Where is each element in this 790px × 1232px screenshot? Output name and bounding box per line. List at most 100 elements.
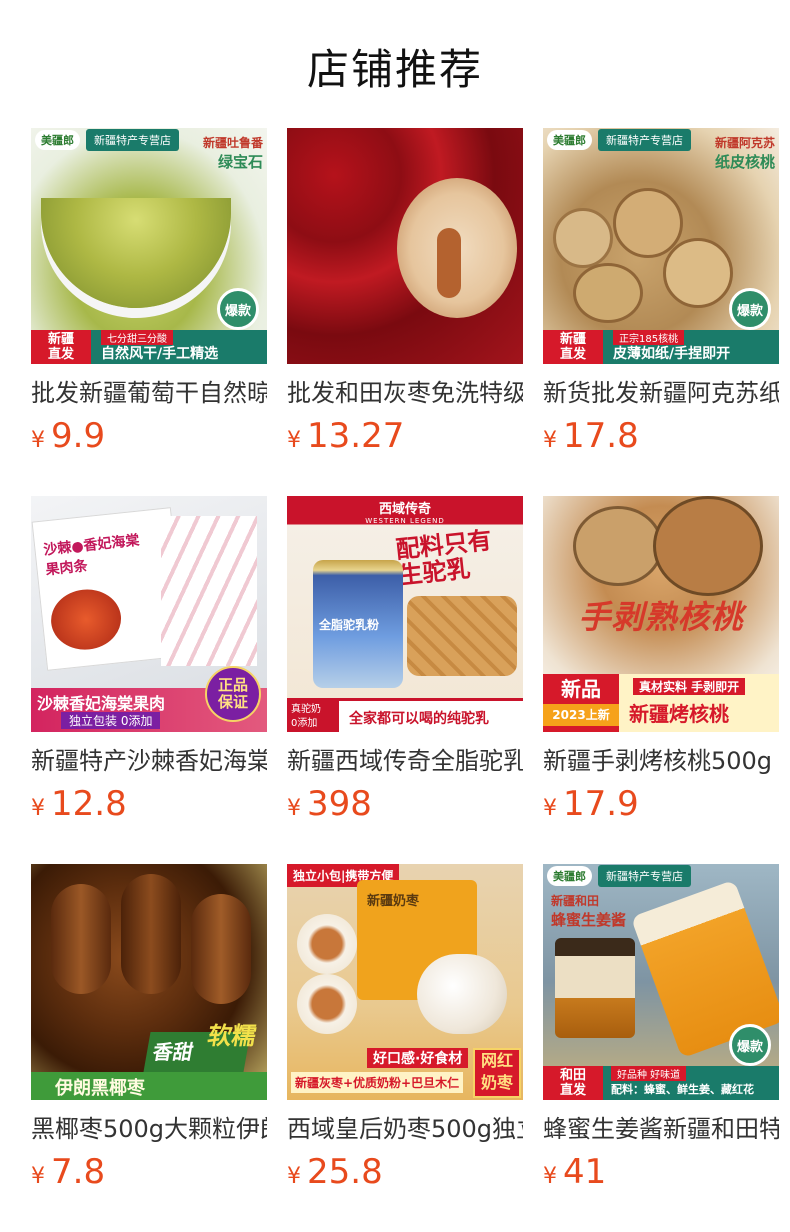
- store-tag: 新疆特产专营店: [86, 129, 179, 151]
- product-name[interactable]: 蜂蜜生姜酱新疆和田特产: [543, 1112, 779, 1146]
- product-card[interactable]: 西域传奇 WESTERN LEGEND 配料只有 生驼乳 全脂驼乳粉 真驼奶 0…: [287, 496, 523, 832]
- product-price: ¥12.8: [31, 784, 127, 824]
- jar: [555, 938, 635, 1038]
- milk-date: [297, 914, 357, 974]
- product-price: ¥41: [543, 1152, 607, 1192]
- ship-badge: 新疆 直发: [543, 330, 603, 364]
- milk-can: 全脂驼乳粉: [313, 560, 403, 688]
- corner-subtitle: 绿宝石: [217, 153, 263, 171]
- section-title: 店铺推荐: [306, 45, 483, 94]
- hot-badge: 爆款: [217, 288, 259, 330]
- seal: 网红 奶枣: [473, 1048, 521, 1098]
- ribbon-main: 配料：蜂蜜、鲜生姜、藏红花: [611, 1083, 754, 1096]
- product-image[interactable]: 独立小包|携带方便 新疆奶枣 好口感·好食材 新疆灰枣+优质奶粉+巴旦木仁 网红…: [287, 864, 523, 1100]
- product-name[interactable]: 新疆特产沙棘香妃海棠果肉: [31, 744, 267, 778]
- product-image[interactable]: 西域传奇 WESTERN LEGEND 配料只有 生驼乳 全脂驼乳粉 真驼奶 0…: [287, 496, 523, 732]
- product-card[interactable]: 美疆郎 新疆特产专营店 新疆和田 蜂蜜生姜酱 爆款 和田 直发 好品种 好味道 …: [543, 864, 779, 1200]
- milk-date: [297, 974, 357, 1034]
- walnut: [653, 496, 763, 596]
- product-card[interactable]: 手剥熟核桃 新品 2023上新 真材实料 手剥即开 新疆烤核桃 新疆手剥烤核桃5…: [543, 496, 779, 832]
- product-image[interactable]: 美疆郎 新疆特产专营店 新疆阿克苏 纸皮核桃 爆款 新疆 直发 正宗185核桃 …: [543, 128, 779, 364]
- date-fruit: [121, 874, 181, 994]
- currency-symbol: ¥: [287, 1164, 301, 1189]
- tag: 真材实料 手剥即开: [633, 678, 746, 695]
- store-recommendations-page: 店铺推荐 美疆郎 新疆特产专营店 新疆吐鲁番 绿宝石 爆款 新疆 直发 七分甜三…: [0, 0, 790, 1232]
- product-card[interactable]: 美疆郎 新疆特产专营店 新疆阿克苏 纸皮核桃 爆款 新疆 直发 正宗185核桃 …: [543, 128, 779, 464]
- corner-title: 新疆阿克苏: [714, 136, 775, 150]
- hot-badge: 爆款: [729, 288, 771, 330]
- product-card[interactable]: 沙棘●香妃海棠 果肉条 沙棘香妃海棠果肉 独立包装 0添加 正品 保证 新疆特产…: [31, 496, 267, 832]
- product-price: ¥17.9: [543, 784, 639, 824]
- product-name[interactable]: 黑椰枣500g大颗粒伊朗: [31, 1112, 267, 1146]
- currency-symbol: ¥: [543, 796, 557, 821]
- taste-tag: 香甜 软糯: [143, 1022, 258, 1072]
- product-image[interactable]: 沙棘●香妃海棠 果肉条 沙棘香妃海棠果肉 独立包装 0添加 正品 保证: [31, 496, 267, 732]
- tag: 真驼奶 0添加: [287, 701, 339, 732]
- main-text: 新疆烤核桃: [629, 702, 729, 726]
- ribbon-main: 皮薄如纸/手捏即开: [613, 346, 731, 362]
- currency-symbol: ¥: [31, 428, 45, 453]
- product-price: ¥9.9: [31, 416, 106, 456]
- currency-symbol: ¥: [287, 428, 301, 453]
- brand-name: 西域传奇: [378, 502, 431, 517]
- brand-english: WESTERN LEGEND: [365, 517, 445, 525]
- product-name[interactable]: 新货批发新疆阿克苏纸皮核桃: [543, 376, 779, 410]
- date-fruit: [51, 884, 111, 994]
- hot-badge: 爆款: [729, 1024, 771, 1066]
- new-badge: 新品 2023上新: [543, 674, 619, 732]
- product-card[interactable]: 香甜 软糯 伊朗黑椰枣 黑椰枣500g大颗粒伊朗 ¥7.8: [31, 864, 267, 1200]
- product-image[interactable]: 手剥熟核桃 新品 2023上新 真材实料 手剥即开 新疆烤核桃: [543, 496, 779, 732]
- strip-text: 全家都可以喝的纯驼乳: [349, 711, 489, 727]
- headline: 配料只有 生驼乳: [394, 526, 493, 590]
- currency-symbol: ¥: [31, 796, 45, 821]
- store-logo: 美疆郎: [547, 866, 592, 886]
- product-image[interactable]: 美疆郎 新疆特产专营店 新疆吐鲁番 绿宝石 爆款 新疆 直发 七分甜三分酸 自然…: [31, 128, 267, 364]
- walnut: [573, 263, 643, 323]
- product-price: ¥13.27: [287, 416, 405, 456]
- product-image[interactable]: 香甜 软糯 伊朗黑椰枣: [31, 864, 267, 1100]
- authentic-seal: 正品 保证: [205, 666, 261, 722]
- waffle: [407, 596, 517, 676]
- product-name[interactable]: 新疆手剥烤核桃500g: [543, 744, 779, 778]
- product-card[interactable]: 独立小包|携带方便 新疆奶枣 好口感·好食材 新疆灰枣+优质奶粉+巴旦木仁 网红…: [287, 864, 523, 1200]
- ship-badge: 和田 直发: [543, 1066, 603, 1100]
- date-fruit: [191, 894, 251, 1004]
- walnut: [663, 238, 733, 308]
- headline: 手剥熟核桃: [578, 598, 744, 636]
- line-1: 好口感·好食材: [367, 1048, 469, 1068]
- currency-symbol: ¥: [543, 428, 557, 453]
- store-tag: 新疆特产专营店: [598, 865, 691, 887]
- fruit-image: [48, 586, 125, 654]
- store-logo: 美疆郎: [35, 130, 80, 150]
- product-name[interactable]: 新疆西域传奇全脂驼乳粉: [287, 744, 523, 778]
- currency-symbol: ¥: [543, 1164, 557, 1189]
- line-2: 新疆灰枣+优质奶粉+巴旦木仁: [291, 1072, 464, 1093]
- product-card[interactable]: 美疆郎 新疆特产专营店 新疆吐鲁番 绿宝石 爆款 新疆 直发 七分甜三分酸 自然…: [31, 128, 267, 464]
- product-name[interactable]: 批发新疆葡萄干自然晾晒: [31, 376, 267, 410]
- raisin-bowl: [41, 198, 231, 308]
- product-price: ¥7.8: [31, 1152, 106, 1192]
- walnut: [553, 208, 613, 268]
- ribbon-small: 好品种 好味道: [611, 1066, 687, 1081]
- product-price: ¥25.8: [287, 1152, 383, 1192]
- corner-title: 新疆吐鲁番: [202, 136, 263, 150]
- corner-title: 新疆和田: [551, 894, 600, 908]
- product-price: ¥398: [287, 784, 372, 824]
- product-name[interactable]: 批发和田灰枣免洗特级: [287, 376, 523, 410]
- corner-subtitle: 纸皮核桃: [714, 153, 775, 171]
- stick-packs: [161, 516, 257, 666]
- milk-date-pile: [417, 954, 507, 1034]
- product-image[interactable]: [287, 128, 523, 364]
- currency-symbol: ¥: [287, 796, 301, 821]
- jujube-pit: [437, 228, 461, 298]
- store-tag: 新疆特产专营店: [598, 129, 691, 151]
- store-logo: 美疆郎: [547, 130, 592, 150]
- ribbon-main: 自然风干/手工精选: [101, 346, 219, 362]
- corner-subtitle: 蜂蜜生姜酱: [551, 911, 627, 929]
- strip-main: 沙棘香妃海棠果肉: [37, 694, 166, 713]
- product-image[interactable]: 美疆郎 新疆特产专营店 新疆和田 蜂蜜生姜酱 爆款 和田 直发 好品种 好味道 …: [543, 864, 779, 1100]
- walnut: [573, 506, 663, 586]
- product-name[interactable]: 西域皇后奶枣500g独立小包: [287, 1112, 523, 1146]
- product-card[interactable]: 批发和田灰枣免洗特级 ¥13.27: [287, 128, 523, 464]
- product-price: ¥17.8: [543, 416, 639, 456]
